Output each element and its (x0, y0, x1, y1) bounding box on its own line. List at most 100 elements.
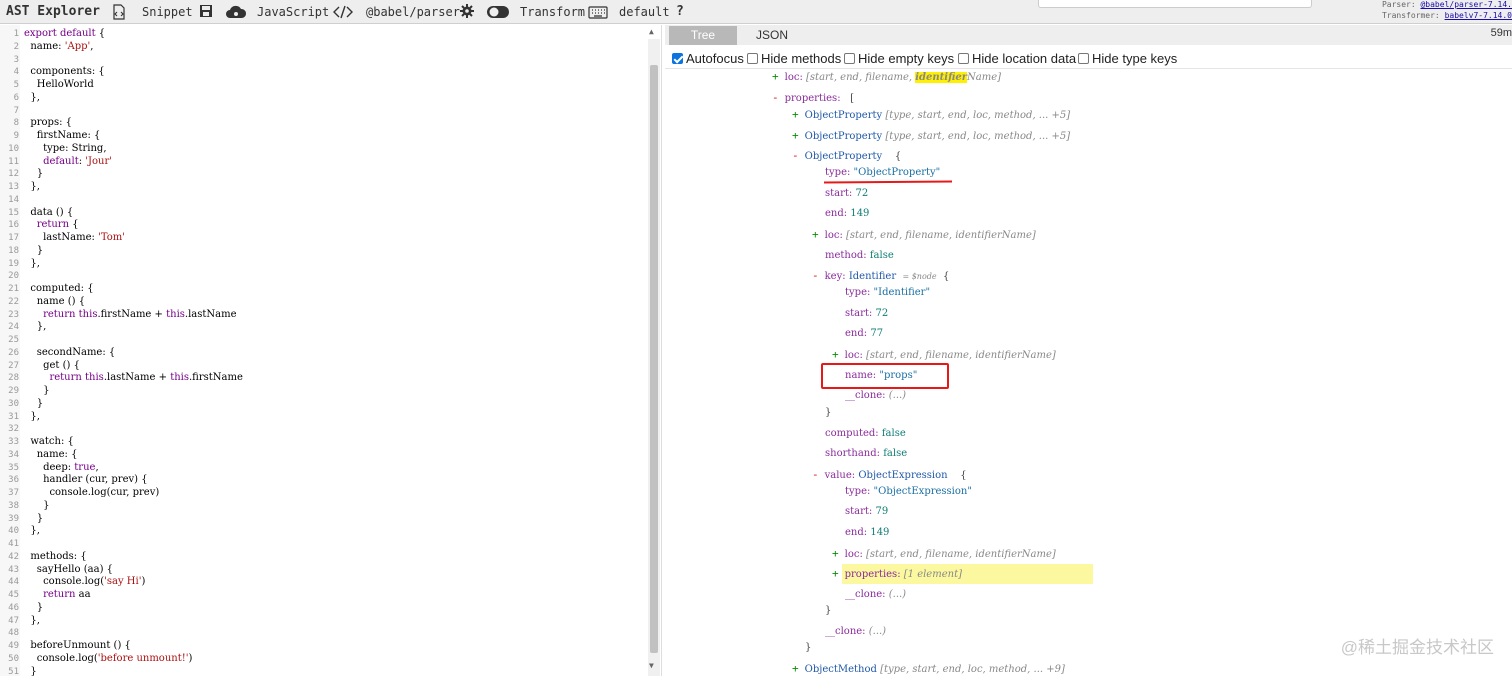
hide-methods-checkbox[interactable] (747, 53, 758, 64)
tree-key: end: (825, 208, 848, 219)
tree-row-properties[interactable]: - properties: [ (772, 91, 854, 106)
tree-bracket: [ (850, 93, 855, 104)
collapse-icon[interactable]: - (792, 149, 799, 162)
transformer-version-link[interactable]: babelv7-7.14.0 (1445, 11, 1512, 20)
collapse-icon[interactable]: - (812, 269, 819, 282)
tree-value: 149 (870, 527, 890, 538)
language-select[interactable]: JavaScript (257, 4, 329, 20)
tree-bracket: { (894, 151, 902, 162)
line-number-gutter: 1 2 3 4 5 6 7 8 9 10 11 12 13 14 15 16 17 18 19 20 21 22 23 24 2… (0, 25, 20, 676)
tree-bracket: } (805, 642, 812, 653)
tree-summary: [start, end, filename, identifierName] (866, 350, 1056, 361)
hide-type-keys-checkbox[interactable] (1078, 53, 1089, 64)
expand-icon[interactable]: + (792, 108, 799, 121)
collapse-icon[interactable]: - (772, 91, 779, 104)
option-autofocus[interactable]: Autofocus (672, 51, 744, 67)
snippet-menu[interactable]: Snippet (142, 4, 193, 20)
expand-icon[interactable]: + (772, 70, 779, 83)
hide-empty-keys-checkbox[interactable] (844, 53, 855, 64)
expand-icon[interactable]: + (812, 228, 819, 241)
top-search-field[interactable] (1038, 0, 1312, 8)
tree-value: "Identifier" (873, 287, 931, 298)
tree-value: "ObjectExpression" (873, 486, 972, 497)
hide-location-data-checkbox[interactable] (958, 53, 969, 64)
parser-select[interactable]: @babel/parser (366, 4, 460, 20)
autofocus-checkbox[interactable] (672, 53, 683, 64)
tree-key: properties: (844, 569, 901, 580)
line-number: 15 (8, 207, 19, 218)
option-hide-methods[interactable]: Hide methods (747, 51, 841, 67)
tree-value[interactable]: (...) (869, 626, 886, 637)
tree-row-objprop-2[interactable]: + ObjectProperty [type, start, end, loc, … (792, 129, 1070, 144)
tree-row-objprop-3[interactable]: - ObjectProperty { (792, 149, 901, 164)
tree-row-key-loc[interactable]: + loc: [start, end, filename, identifierN… (832, 348, 1056, 363)
tree-row-clone[interactable]: __clone: (...) (825, 625, 886, 639)
tree-row-value[interactable]: - value: ObjectExpression { (812, 468, 967, 483)
expand-icon[interactable]: + (832, 547, 839, 560)
parser-version-link[interactable]: @babel/parser-7.14. (1420, 0, 1512, 9)
expand-icon[interactable]: + (832, 567, 839, 580)
tab-tree[interactable]: Tree (669, 26, 737, 45)
line-number: 1 (13, 29, 19, 39)
line-number: 49 (8, 641, 19, 651)
search-highlight: identifier (915, 72, 967, 83)
code-brackets-icon[interactable] (333, 4, 353, 20)
expand-icon[interactable]: + (832, 348, 839, 361)
expand-icon[interactable]: + (792, 662, 799, 675)
tree-row-loc-2[interactable]: + loc: [start, end, filename, identifierN… (812, 228, 1036, 243)
help-button[interactable]: ? (676, 4, 684, 20)
option-hide-empty-keys[interactable]: Hide empty keys (844, 51, 954, 67)
line-number: 9 (13, 131, 19, 141)
option-hide-type-keys[interactable]: Hide type keys (1078, 51, 1177, 67)
tree-row-method: method: false (825, 249, 894, 263)
keymap-select[interactable]: default (619, 4, 670, 20)
editor-scrollbar-thumb[interactable] (650, 65, 658, 653)
tree-row-value-type: type: "ObjectExpression" (845, 485, 972, 499)
tree-key: end: (845, 328, 868, 339)
code-line: } (24, 665, 37, 677)
autofocus-label: Autofocus (686, 51, 744, 66)
scroll-down-arrow-icon[interactable]: ▼ (649, 661, 654, 670)
tree-summary: [1 element] (903, 569, 962, 580)
expand-icon[interactable]: + (792, 129, 799, 142)
tree-key: key: (824, 271, 846, 282)
keyboard-icon[interactable] (588, 4, 608, 20)
line-number: 21 (8, 284, 19, 294)
tree-bracket: } (825, 407, 832, 418)
tree-summary: [type, start, end, loc, method, ... +5] (885, 110, 1071, 121)
parser-version: Parser: @babel/parser-7.14. (1382, 0, 1512, 9)
line-number: 3 (13, 54, 19, 65)
line-number: 48 (8, 628, 19, 639)
code-line: deep: true, (43, 461, 99, 473)
line-number: 19 (8, 258, 19, 269)
tree-row-objmethod[interactable]: + ObjectMethod [type, start, end, loc, me… (792, 662, 1065, 677)
collapse-icon[interactable]: - (812, 468, 819, 481)
snippet-icon[interactable] (111, 4, 127, 20)
tree-row-loc[interactable]: + loc: [start, end, filename, identifierN… (772, 70, 1001, 85)
save-icon[interactable] (199, 4, 215, 20)
option-hide-location-data[interactable]: Hide location data (958, 51, 1076, 67)
tree-summary: [start, end, filename, identifierName] (866, 549, 1056, 560)
tree-row-key-clone[interactable]: __clone: (...) (845, 389, 906, 403)
tree-row-value-properties[interactable]: + properties: [1 element] (832, 567, 962, 582)
hide-empty-keys-label: Hide empty keys (858, 51, 955, 66)
transform-toggle-icon[interactable] (486, 4, 510, 20)
cloud-icon[interactable] (225, 4, 247, 20)
tree-row-value-clone[interactable]: __clone: (...) (845, 588, 906, 602)
tree-bracket: } (825, 605, 832, 616)
tree-value[interactable]: (...) (889, 589, 906, 600)
tree-row-value-loc[interactable]: + loc: [start, end, filename, identifierN… (832, 547, 1056, 562)
tree-row-objprop-1[interactable]: + ObjectProperty [type, start, end, loc, … (792, 108, 1070, 123)
tree-value[interactable]: (...) (889, 390, 906, 401)
line-number: 51 (8, 666, 19, 677)
tab-json[interactable]: JSON (739, 26, 805, 45)
line-number: 25 (8, 335, 19, 345)
code-line: } (24, 601, 44, 613)
scroll-up-arrow-icon[interactable]: ▲ (649, 27, 654, 36)
gear-icon[interactable] (460, 4, 476, 20)
transform-select[interactable]: Transform (520, 4, 585, 20)
code-editor[interactable]: 1 2 3 4 5 6 7 8 9 10 11 12 13 14 15 16 17 18 19 20 21 22 23 24 2… (0, 25, 662, 676)
line-number: 28 (8, 373, 19, 384)
tree-row-key[interactable]: - key: Identifier = $node { (812, 269, 949, 284)
tree-key: __clone: (845, 589, 886, 600)
